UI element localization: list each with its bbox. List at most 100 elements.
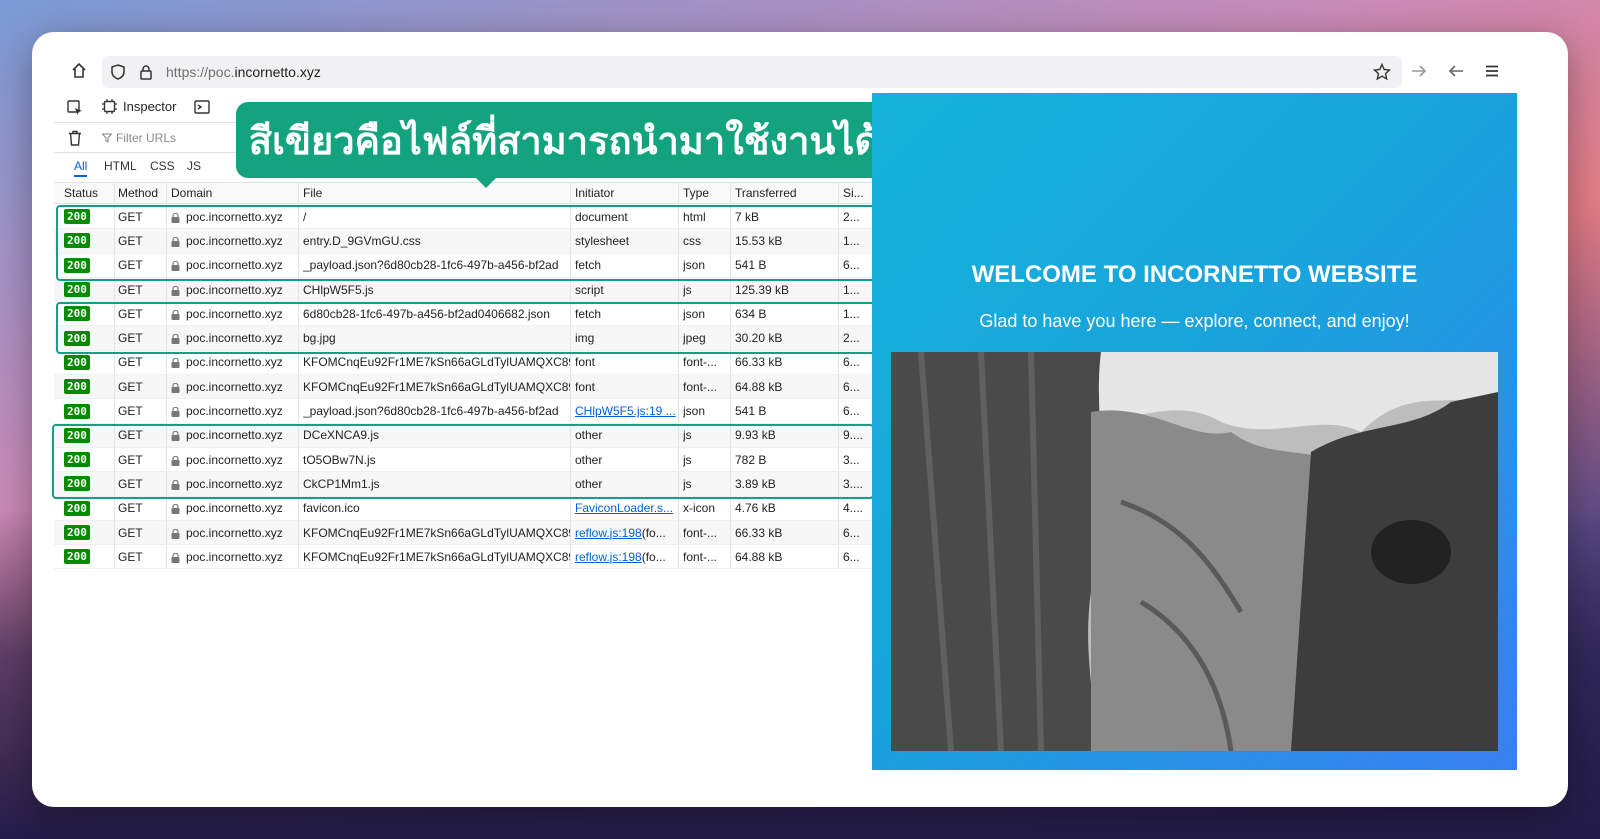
status-badge: 200 <box>64 403 90 419</box>
status-cell: 200 <box>64 351 114 374</box>
table-row[interactable]: 200 GET poc.incornetto.xyz / document html 7 k… <box>54 205 904 230</box>
size-cell: 3... <box>843 452 860 467</box>
transferred-cell: 4.76 kB <box>735 501 776 516</box>
transferred-cell: 64.88 kB <box>735 549 783 564</box>
col-domain[interactable]: Domain <box>171 183 299 203</box>
table-row[interactable]: 200 GET poc.incornetto.xyz KFOMCnqEu92Fr1ME… <box>54 545 904 570</box>
size-cell: 1... <box>843 306 860 321</box>
shield-icon[interactable] <box>106 60 130 84</box>
table-row[interactable]: 200 GET poc.incornetto.xyz _payload.json?6d… <box>54 253 904 278</box>
tab-inspector[interactable]: Inspector <box>102 99 176 114</box>
size-cell: 6... <box>843 258 860 273</box>
domain-cell: poc.incornetto.xyz <box>171 205 299 228</box>
table-row[interactable]: 200 GET poc.incornetto.xyz CkCP1Mm1.js other… <box>54 472 904 497</box>
trash-icon[interactable] <box>68 130 82 151</box>
initiator-cell: document <box>575 209 628 224</box>
status-cell: 200 <box>64 229 114 252</box>
filter-css[interactable]: CSS <box>150 159 175 173</box>
annotation-callout-pointer <box>474 176 498 188</box>
lock-icon <box>171 358 180 369</box>
table-row[interactable]: 200 GET poc.incornetto.xyz KFOMCnqEu92Fr1ME… <box>54 520 904 546</box>
table-row[interactable]: 200 GET poc.incornetto.xyz tO5OBw7N.js other… <box>54 447 904 473</box>
file-cell: _payload.json?6d80cb28-1fc6-497b-a456-bf… <box>303 404 559 419</box>
col-transferred[interactable]: Transferred <box>735 183 839 203</box>
table-row[interactable]: 200 GET poc.incornetto.xyz 6d80cb28-1fc6-49… <box>54 302 904 327</box>
table-row[interactable]: 200 GET poc.incornetto.xyz CHlpW5F5.js scrip… <box>54 277 904 303</box>
element-picker-icon[interactable] <box>66 99 84 122</box>
console-icon[interactable] <box>194 99 210 120</box>
url-bar[interactable]: https://poc.incornetto.xyz <box>102 56 1402 88</box>
file-cell: favicon.ico <box>303 501 360 516</box>
extensions-icon[interactable] <box>66 58 92 84</box>
initiator-cell[interactable]: FaviconLoader.s... <box>575 497 679 520</box>
transferred-cell: 634 B <box>735 306 767 321</box>
type-cell: json <box>683 404 706 419</box>
table-row[interactable]: 200 GET poc.incornetto.xyz DCeXNCA9.js other… <box>54 423 904 448</box>
status-cell: 200 <box>64 326 114 349</box>
transferred-cell: 66.33 kB <box>735 355 783 370</box>
initiator-cell: font <box>575 355 596 370</box>
status-badge: 200 <box>64 379 90 395</box>
inspector-icon <box>102 99 117 114</box>
filter-js[interactable]: JS <box>187 159 201 173</box>
filter-html[interactable]: HTML <box>104 159 137 173</box>
domain-cell: poc.incornetto.xyz <box>171 521 299 544</box>
file-cell: CHlpW5F5.js <box>303 282 374 297</box>
domain-cell: poc.incornetto.xyz <box>171 375 299 398</box>
transferred-cell: 541 B <box>735 404 767 419</box>
table-row[interactable]: 200 GET poc.incornetto.xyz bg.jpg img jpeg 30.… <box>54 326 904 351</box>
status-cell: 200 <box>64 375 114 398</box>
col-file[interactable]: File <box>303 183 571 203</box>
col-method[interactable]: Method <box>118 183 166 203</box>
table-row[interactable]: 200 GET poc.incornetto.xyz favicon.ico Favic… <box>54 496 904 521</box>
transferred-cell: 64.88 kB <box>735 379 783 394</box>
table-row[interactable]: 200 GET poc.incornetto.xyz KFOMCnqEu92Fr1ME… <box>54 350 904 376</box>
welcome-subtitle: Glad to have you here — explore, connect… <box>979 311 1410 331</box>
size-cell: 9.... <box>843 428 864 443</box>
method-cell: GET <box>118 355 143 370</box>
type-cell: json <box>683 306 706 321</box>
type-cell: css <box>683 233 701 248</box>
initiator-cell[interactable]: reflow.js:198 (fo... <box>575 521 679 544</box>
lock-icon <box>171 261 180 272</box>
table-row[interactable]: 200 GET poc.incornetto.xyz _payload.json?6d… <box>54 399 904 424</box>
initiator-cell: script <box>575 282 604 297</box>
transferred-cell: 782 B <box>735 452 767 467</box>
size-cell: 4.... <box>843 501 864 516</box>
domain-cell: poc.incornetto.xyz <box>171 424 299 447</box>
type-cell: json <box>683 258 706 273</box>
type-cell: font-... <box>683 525 718 540</box>
status-cell: 200 <box>64 205 114 228</box>
method-cell: GET <box>118 282 143 297</box>
col-size[interactable]: Si... <box>843 183 871 203</box>
size-cell: 2... <box>843 209 860 224</box>
col-status[interactable]: Status <box>64 183 114 203</box>
back-icon[interactable] <box>1443 58 1469 84</box>
status-badge: 200 <box>64 257 90 273</box>
type-cell: jpeg <box>683 331 706 346</box>
domain-cell: poc.incornetto.xyz <box>171 399 299 422</box>
tab-inspector-label: Inspector <box>123 99 177 114</box>
size-cell: 1... <box>843 282 860 297</box>
menu-icon[interactable] <box>1479 58 1505 84</box>
table-row[interactable]: 200 GET poc.incornetto.xyz entry.D_9GVmGU.c… <box>54 229 904 254</box>
status-badge: 200 <box>64 209 90 225</box>
method-cell: GET <box>118 209 143 224</box>
filter-urls-input[interactable]: Filter URLs <box>102 131 176 145</box>
method-cell: GET <box>118 501 143 516</box>
lock-icon <box>171 236 180 247</box>
initiator-cell[interactable]: CHlpW5F5.js:19 ... <box>575 399 679 422</box>
bookmark-star-icon[interactable] <box>1370 60 1394 84</box>
status-cell: 200 <box>64 545 114 568</box>
forward-icon[interactable] <box>1406 58 1432 84</box>
initiator-cell: other <box>575 428 603 443</box>
col-type[interactable]: Type <box>683 183 733 203</box>
lock-icon[interactable] <box>134 60 158 84</box>
initiator-cell[interactable]: reflow.js:198 (fo... <box>575 545 679 568</box>
col-initiator[interactable]: Initiator <box>575 183 679 203</box>
filter-icon <box>102 133 112 143</box>
status-cell: 200 <box>64 302 114 325</box>
status-badge: 200 <box>64 549 90 565</box>
table-row[interactable]: 200 GET poc.incornetto.xyz KFOMCnqEu92Fr1ME… <box>54 375 904 400</box>
filter-all[interactable]: All <box>74 159 88 177</box>
